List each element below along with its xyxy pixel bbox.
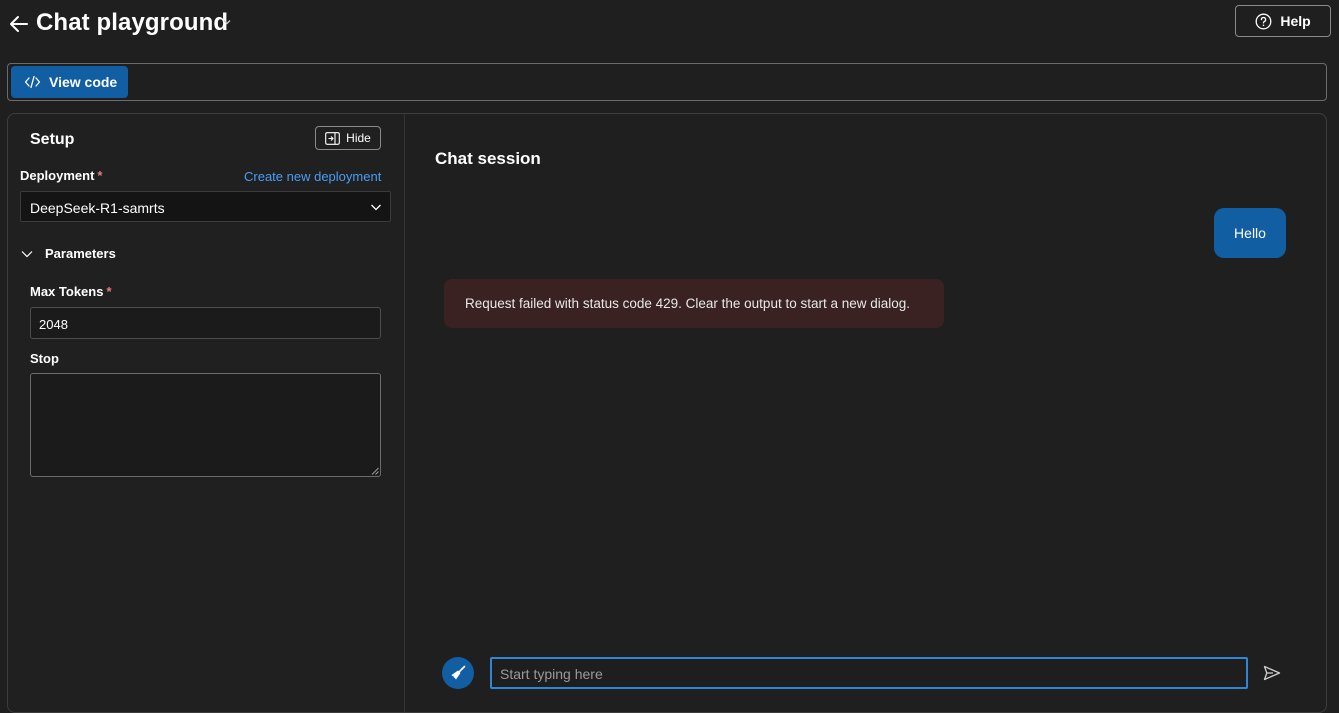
question-circle-icon [1255, 13, 1272, 29]
help-label: Help [1280, 13, 1311, 29]
chat-session-area: Chat session Hello Request failed with s… [406, 114, 1326, 712]
chevron-down-icon [21, 250, 33, 257]
max-tokens-label-text: Max Tokens [30, 284, 104, 299]
deployment-select[interactable]: DeepSeek-R1-samrts [20, 191, 391, 222]
panel-collapse-icon [325, 131, 341, 145]
stop-textarea[interactable] [30, 373, 381, 477]
hide-label: Hide [346, 131, 371, 145]
create-deployment-link[interactable]: Create new deployment [244, 169, 381, 184]
chevron-down-icon[interactable] [222, 17, 232, 27]
setup-panel: Setup Hide Deployment * Create new deploy… [8, 114, 405, 712]
deployment-label: Deployment * [20, 168, 102, 183]
stop-label: Stop [30, 351, 59, 366]
deployment-label-text: Deployment [20, 168, 95, 183]
view-code-button[interactable]: View code [11, 66, 128, 98]
toolbar: View code [7, 63, 1327, 101]
send-icon[interactable] [1263, 664, 1281, 682]
help-button[interactable]: Help [1235, 5, 1331, 37]
clear-chat-button[interactable] [442, 657, 474, 689]
chat-input[interactable]: Start typing here [490, 657, 1248, 689]
error-message: Request failed with status code 429. Cle… [444, 279, 944, 328]
required-marker: * [97, 168, 103, 183]
top-bar: Chat playground Help [0, 0, 1339, 52]
view-code-label: View code [49, 74, 118, 90]
back-arrow-icon[interactable] [8, 13, 30, 35]
deployment-select-value: DeepSeek-R1-samrts [30, 200, 165, 216]
max-tokens-label: Max Tokens * [30, 284, 112, 299]
broom-icon [451, 665, 466, 680]
code-icon [24, 75, 41, 89]
page-title: Chat playground [36, 9, 229, 36]
max-tokens-input[interactable]: 2048 [30, 307, 381, 339]
hide-button[interactable]: Hide [315, 126, 381, 150]
chevron-down-icon [371, 204, 381, 211]
chat-session-title: Chat session [435, 149, 541, 168]
user-message: Hello [1214, 208, 1286, 258]
parameters-toggle[interactable]: Parameters [20, 246, 116, 261]
required-marker: * [106, 284, 112, 299]
resize-grip-icon[interactable] [371, 467, 379, 475]
parameters-label: Parameters [45, 246, 116, 261]
setup-title: Setup [30, 131, 75, 148]
main-panel: Setup Hide Deployment * Create new deploy… [7, 113, 1327, 713]
